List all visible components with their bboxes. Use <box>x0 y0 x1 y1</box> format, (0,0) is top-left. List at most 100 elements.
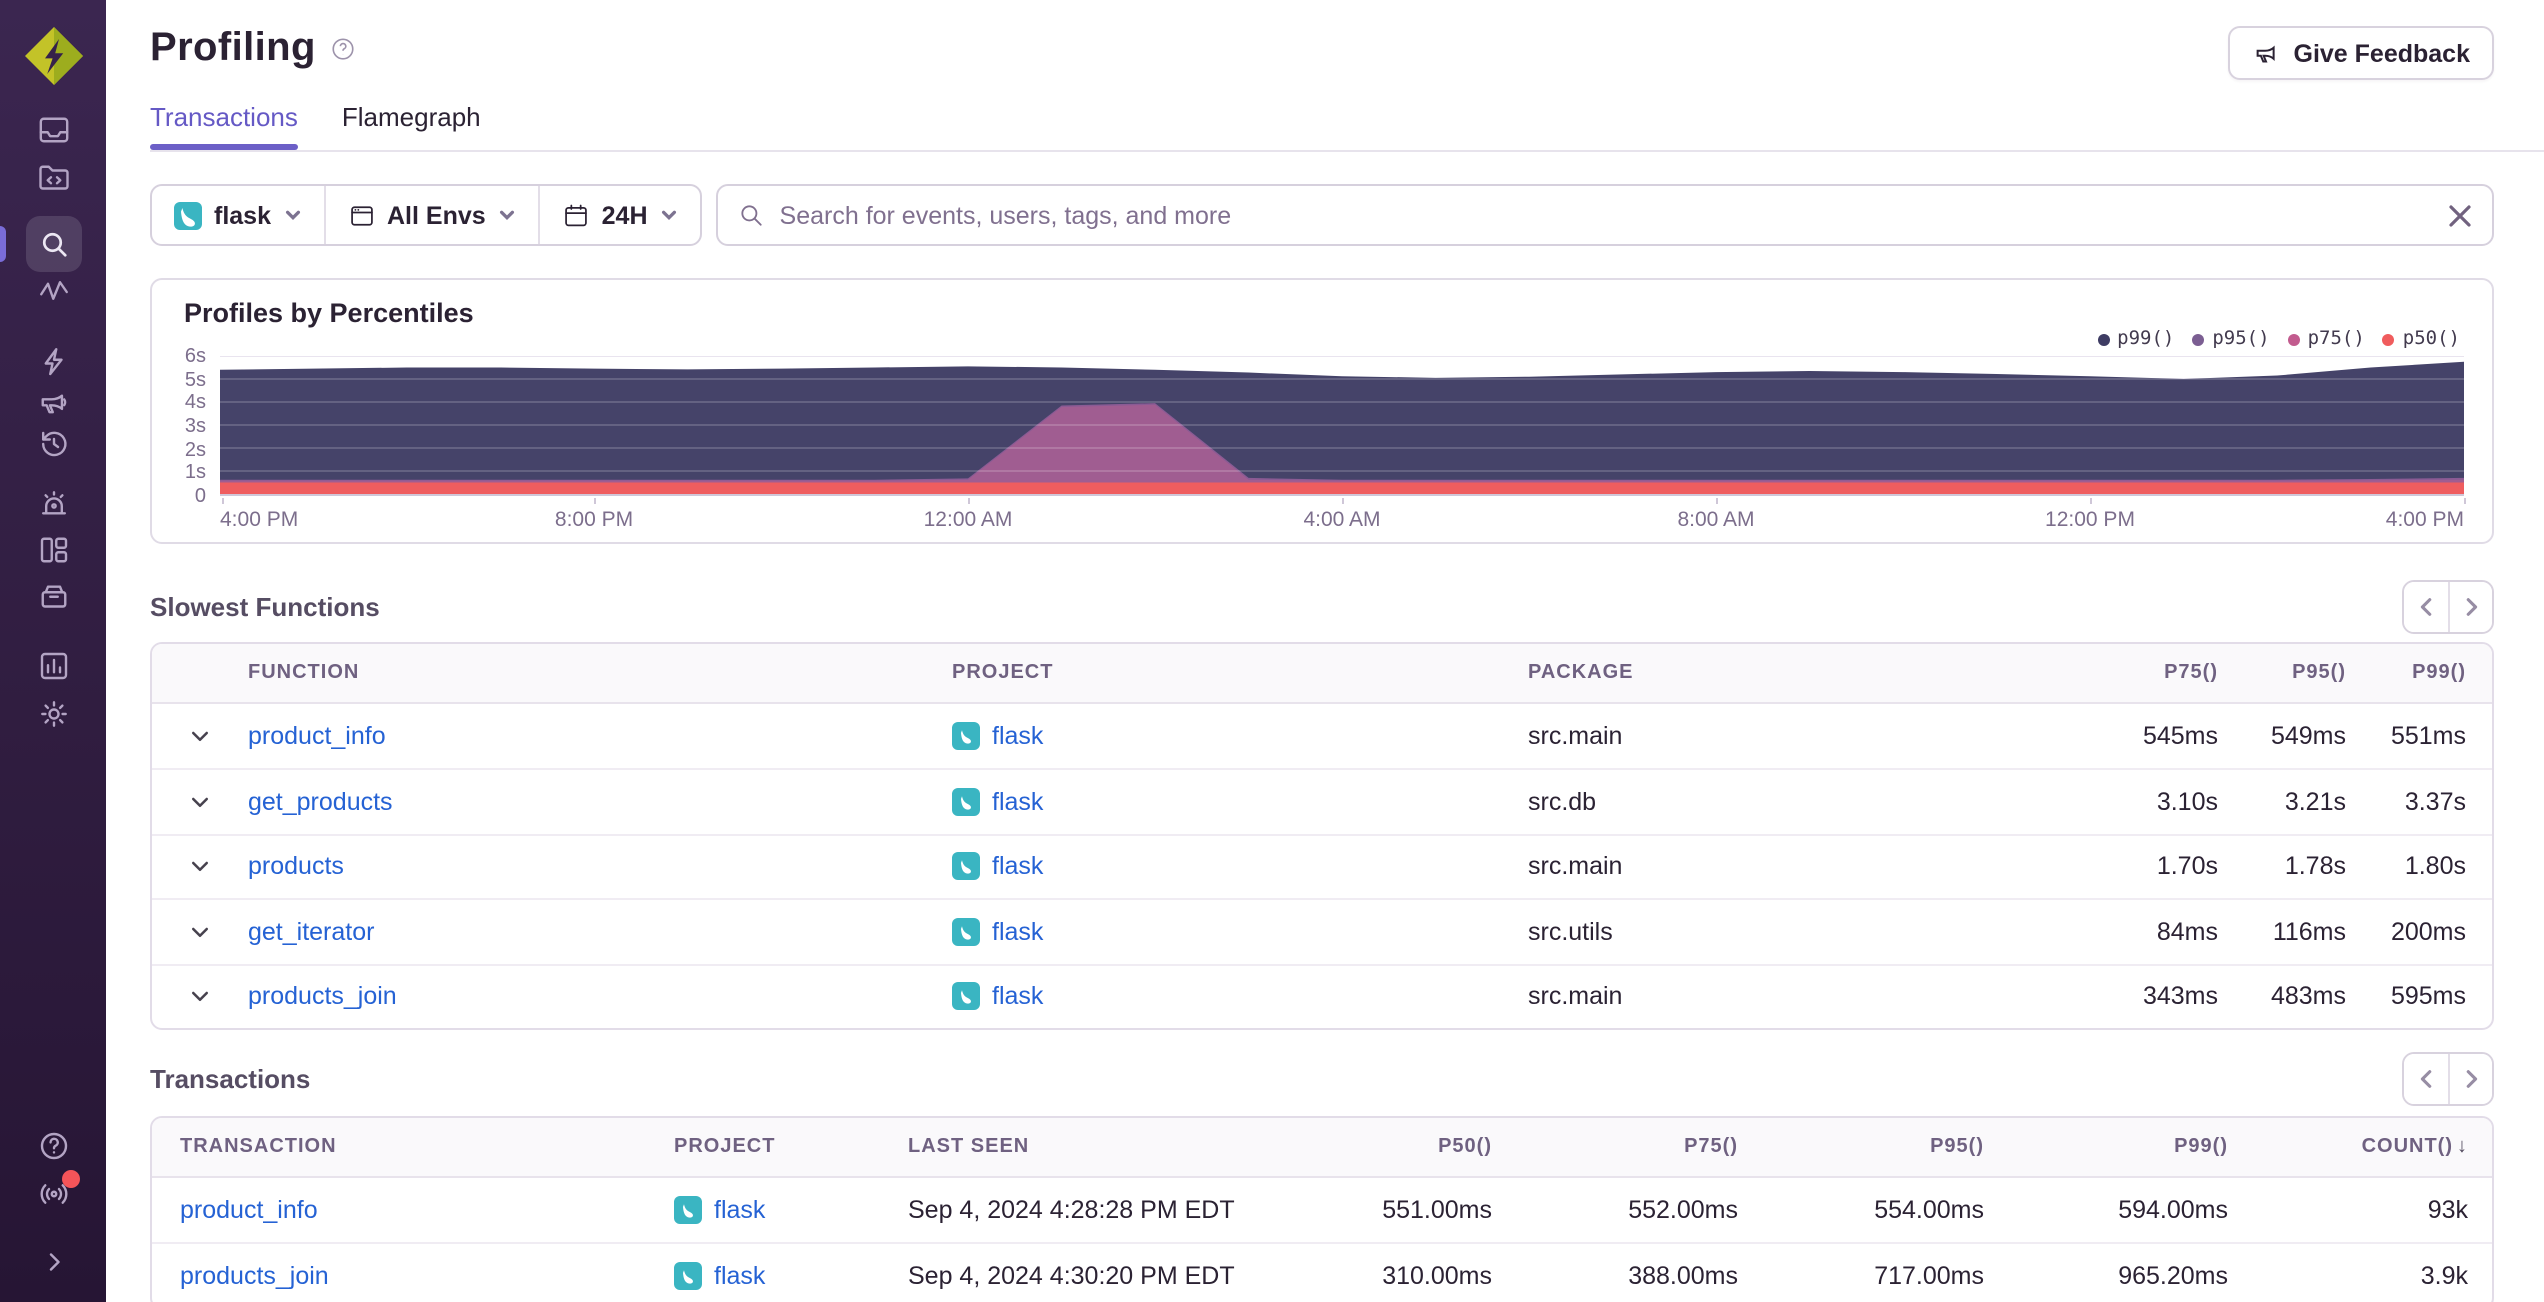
next-page-button[interactable] <box>2448 581 2492 631</box>
function-link[interactable]: product_info <box>248 722 386 750</box>
flask-project-icon <box>952 722 980 751</box>
p75-value: 343ms <box>2142 982 2218 1011</box>
give-feedback-button[interactable]: Give Feedback <box>2227 26 2494 80</box>
expand-row-button[interactable] <box>152 790 248 814</box>
p95-value: 483ms <box>2270 982 2346 1011</box>
project-link[interactable]: flask <box>992 722 1043 750</box>
transaction-link[interactable]: product_info <box>180 1196 318 1224</box>
project-link[interactable]: flask <box>714 1262 765 1290</box>
help-circle-icon[interactable] <box>330 36 356 62</box>
issues-icon[interactable] <box>35 112 71 148</box>
y-tick-label: 5s <box>184 369 206 392</box>
search-input[interactable] <box>717 186 2492 244</box>
p99-value: 594.00ms <box>2118 1196 2228 1225</box>
environment-filter-value: All Envs <box>387 201 486 229</box>
project-filter-value: flask <box>214 201 271 229</box>
package-cell: src.main <box>1528 722 1623 751</box>
tab-divider <box>150 150 2544 152</box>
flask-project-icon <box>674 1196 702 1225</box>
transaction-link[interactable]: products_join <box>180 1262 329 1290</box>
help-icon[interactable] <box>35 1128 71 1164</box>
y-tick-label: 1s <box>184 462 206 485</box>
profiles-chart-panel: Profiles by Percentiles p99() p95() p75() p… <box>150 278 2494 544</box>
sort-desc-icon: ↓ <box>2457 1135 2468 1158</box>
collapse-chevron-icon[interactable] <box>35 1244 71 1280</box>
legend-item[interactable]: p75() <box>2287 328 2365 350</box>
chevron-down-icon <box>499 210 514 220</box>
search-icon[interactable] <box>25 216 81 272</box>
package-cell: src.main <box>1528 982 1623 1011</box>
flask-project-icon <box>674 1262 702 1291</box>
slowest-functions-pager <box>2402 579 2494 633</box>
p99-value: 595ms <box>2390 982 2466 1011</box>
sidebar <box>0 0 106 1302</box>
flask-project-icon <box>952 852 980 881</box>
function-link[interactable]: get_iterator <box>248 918 374 946</box>
project-link[interactable]: flask <box>992 983 1043 1011</box>
table-row: products_join flask Sep 4, 2024 4:30:20 … <box>152 1242 2492 1302</box>
p95-value: 1.78s <box>2284 852 2346 881</box>
x-tick-label: 8:00 AM <box>1677 508 1755 532</box>
y-tick-label: 3s <box>184 416 206 438</box>
date-range-filter[interactable]: 24H <box>537 186 700 244</box>
prev-page-button[interactable] <box>2404 1054 2448 1105</box>
tab-flamegraph[interactable]: Flamegraph <box>342 102 481 150</box>
sentry-logo[interactable] <box>21 24 85 88</box>
project-filter[interactable]: flask <box>152 186 323 244</box>
col-transaction: TRANSACTION <box>180 1135 337 1158</box>
project-link[interactable]: flask <box>992 788 1043 816</box>
function-link[interactable]: products_join <box>248 983 397 1011</box>
col-p75: P75() <box>2164 662 2218 684</box>
count-value: 3.9k <box>2420 1262 2468 1291</box>
project-link[interactable]: flask <box>992 853 1043 881</box>
replays-clock-icon[interactable] <box>35 426 71 462</box>
col-count[interactable]: COUNT() ↓ <box>2228 1136 2468 1158</box>
last-seen-cell: Sep 4, 2024 4:30:20 PM EDT <box>908 1262 1235 1291</box>
next-page-button[interactable] <box>2448 1054 2492 1105</box>
percentiles-area-chart[interactable] <box>220 356 2464 496</box>
project-link[interactable]: flask <box>714 1196 765 1224</box>
releases-icon[interactable] <box>35 578 71 614</box>
environment-filter[interactable]: All Envs <box>323 186 538 244</box>
performance-icon[interactable] <box>35 274 71 310</box>
dashboards-icon[interactable] <box>35 532 71 568</box>
feedback-megaphone-icon[interactable] <box>35 384 71 420</box>
calendar-icon <box>564 203 587 226</box>
p99-value: 3.37s <box>2404 788 2466 817</box>
alerts-siren-icon[interactable] <box>35 486 71 522</box>
p75-value: 388.00ms <box>1628 1262 1738 1291</box>
p95-value: 717.00ms <box>1874 1262 1984 1291</box>
project-link[interactable]: flask <box>992 918 1043 946</box>
flask-project-icon <box>174 201 202 229</box>
expand-row-button[interactable] <box>152 855 248 879</box>
lightning-icon[interactable] <box>35 344 71 380</box>
tab-transactions[interactable]: Transactions <box>150 102 298 150</box>
y-tick-label: 2s <box>184 439 206 462</box>
expand-row-button[interactable] <box>152 724 248 748</box>
notification-dot <box>62 1170 80 1188</box>
main-content: Profiling Give Feedback Transactions Fla… <box>106 0 2544 1302</box>
legend-item[interactable]: p99() <box>2097 328 2174 350</box>
chevron-down-icon <box>661 210 676 220</box>
table-row: get_products flask src.db 3.10s 3.21s 3.… <box>152 768 2492 834</box>
function-link[interactable]: products <box>248 853 344 881</box>
projects-icon[interactable] <box>35 160 71 196</box>
search-icon <box>740 205 762 226</box>
table-row: product_info flask Sep 4, 2024 4:28:28 P… <box>152 1178 2492 1243</box>
expand-row-button[interactable] <box>152 920 248 944</box>
chevron-down-icon <box>284 210 300 220</box>
stats-icon[interactable] <box>35 648 71 684</box>
legend-item[interactable]: p95() <box>2192 328 2270 350</box>
function-link[interactable]: get_products <box>248 788 393 816</box>
clear-search-icon[interactable] <box>2446 201 2474 229</box>
transactions-heading: Transactions <box>150 1064 311 1095</box>
package-cell: src.db <box>1528 788 1597 817</box>
chart-legend[interactable]: p99() p95() p75() p50() <box>2097 328 2460 350</box>
slowest-functions-heading: Slowest Functions <box>150 591 380 621</box>
table-row: products flask src.main 1.70s 1.78s 1.80… <box>152 833 2492 899</box>
expand-row-button[interactable] <box>152 985 248 1009</box>
settings-gear-icon[interactable] <box>35 696 71 732</box>
flask-project-icon <box>952 982 980 1011</box>
prev-page-button[interactable] <box>2404 581 2448 631</box>
legend-item[interactable]: p50() <box>2382 328 2460 350</box>
